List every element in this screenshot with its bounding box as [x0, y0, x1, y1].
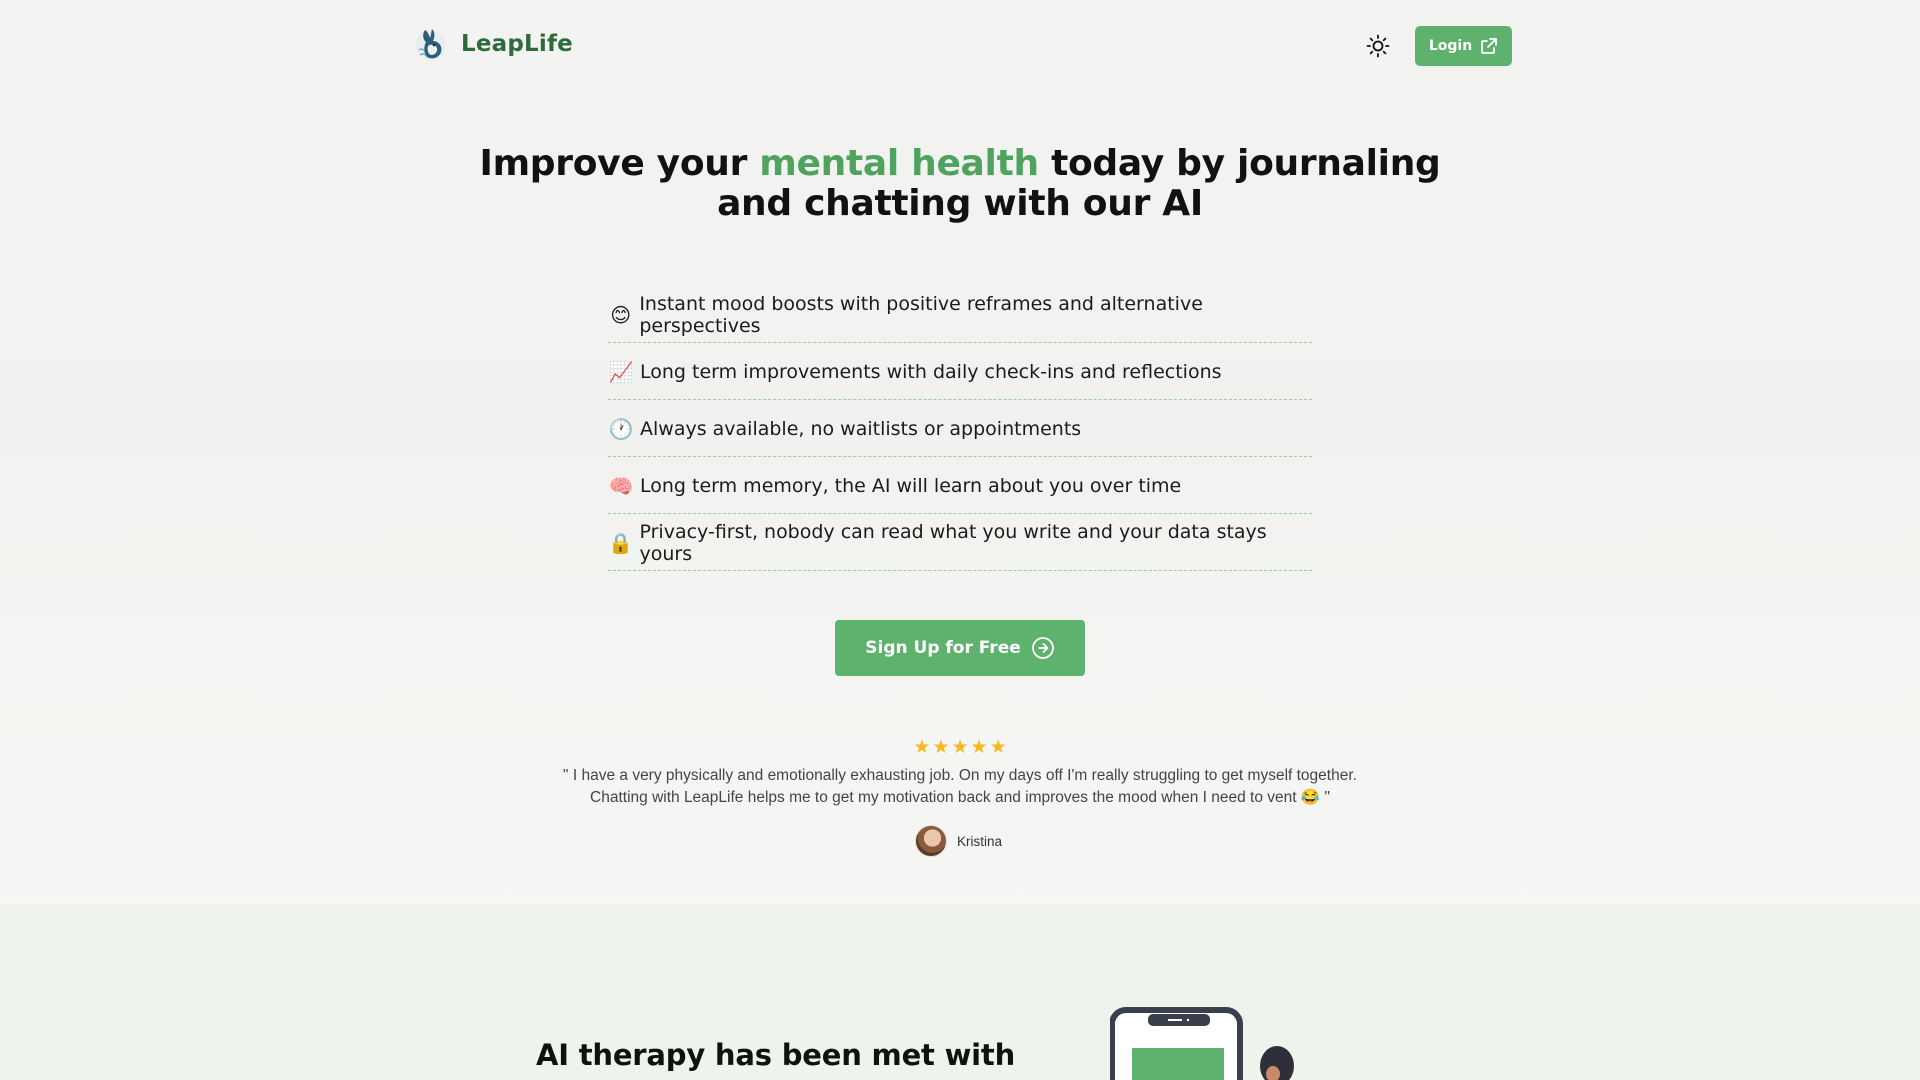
author-name: Kristina [957, 833, 1003, 849]
star-icon: ★ [932, 737, 950, 758]
feature-item: 🧠 Long term memory, the AI will learn ab… [608, 457, 1312, 514]
signup-button[interactable]: Sign Up for Free [835, 620, 1085, 676]
feature-text: Long term memory, the AI will learn abou… [640, 475, 1182, 497]
star-icon: ★ [970, 737, 988, 758]
rating-stars: ★ ★ ★ ★ ★ [910, 738, 1010, 758]
feature-text: Always available, no waitlists or appoin… [640, 418, 1082, 440]
chart-increasing-icon: 📈 [608, 360, 634, 384]
hero-title-accent: mental health [759, 143, 1039, 184]
feature-item: 🔒 Privacy-first, nobody can read what yo… [608, 514, 1312, 571]
feature-list: 😊 Instant mood boosts with positive refr… [608, 286, 1312, 571]
phone-illustration [1110, 1006, 1300, 1080]
avatar [915, 825, 947, 857]
phone-illustration-graphic [1110, 1007, 1294, 1080]
sun-icon [1366, 34, 1390, 58]
rabbit-logo-icon [416, 29, 446, 60]
feature-item: 😊 Instant mood boosts with positive refr… [608, 286, 1312, 343]
feature-item: 🕐 Always available, no waitlists or appo… [608, 400, 1312, 457]
section-title: AI therapy has been met with [536, 1038, 1016, 1072]
quote-line: Chatting with LeapLife helps me to get m… [590, 789, 1330, 806]
star-icon: ★ [951, 737, 969, 758]
testimonial-author: Kristina [915, 825, 1002, 857]
brand-name: LeapLife [461, 31, 573, 57]
login-button[interactable]: Login [1415, 26, 1512, 66]
testimonial-quote: " I have a very physically and emotional… [520, 765, 1400, 809]
login-label: Login [1428, 38, 1473, 54]
external-link-icon [1481, 38, 1498, 54]
feature-item: 📈 Long term improvements with daily chec… [608, 343, 1312, 400]
star-icon: ★ [913, 737, 931, 758]
smiling-face-icon: 😊 [610, 303, 632, 327]
site-header: LeapLife Login [0, 0, 1920, 92]
feature-text: Instant mood boosts with positive refram… [639, 293, 1203, 337]
hero-title: Improve your mental health today by jour… [460, 144, 1460, 224]
brain-icon: 🧠 [608, 474, 634, 498]
feature-text: Privacy-first, nobody can read what you … [639, 521, 1267, 565]
lock-icon: 🔒 [608, 531, 634, 555]
hero-title-start: Improve your [479, 143, 760, 184]
theme-toggle-button[interactable] [1365, 33, 1391, 59]
landing-page: LeapLife Login Improve your mental healt… [0, 0, 1920, 1080]
arrow-right-circle-icon [1031, 637, 1054, 659]
clock-icon: 🕐 [608, 417, 634, 441]
quote-line: " I have a very physically and emotional… [563, 767, 1357, 784]
signup-label: Sign Up for Free [865, 638, 1021, 658]
brand[interactable]: LeapLife [411, 24, 573, 64]
star-icon: ★ [989, 737, 1007, 758]
feature-text: Long term improvements with daily check-… [640, 361, 1222, 383]
